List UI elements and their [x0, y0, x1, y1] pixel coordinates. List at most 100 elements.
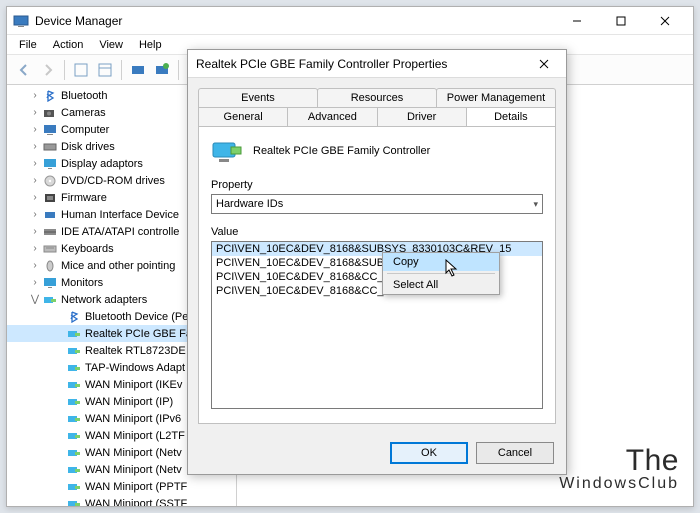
- device-icon: [66, 412, 82, 426]
- device-icon: [66, 310, 82, 324]
- tree-item-label: Realtek RTL8723DE 8: [85, 345, 195, 357]
- tree-item-label: IDE ATA/ATAPI controlle: [61, 226, 179, 238]
- property-value: Hardware IDs: [216, 198, 283, 210]
- ok-button[interactable]: OK: [390, 442, 468, 464]
- context-select-all[interactable]: Select All: [383, 276, 499, 294]
- device-icon: [66, 497, 82, 507]
- value-listbox[interactable]: PCI\VEN_10EC&DEV_8168&SUBSYS_8330103C&RE…: [211, 241, 543, 409]
- expander-icon[interactable]: ›: [29, 192, 41, 203]
- tree-item-label: Cameras: [61, 107, 106, 119]
- context-copy[interactable]: Copy: [383, 253, 499, 271]
- tree-item-label: TAP-Windows Adapt: [85, 362, 185, 374]
- device-icon: [66, 429, 82, 443]
- tab-power-management[interactable]: Power Management: [436, 88, 556, 107]
- property-label: Property: [211, 179, 543, 191]
- tab-events[interactable]: Events: [198, 88, 318, 107]
- expander-icon[interactable]: ›: [29, 243, 41, 254]
- device-icon: [66, 344, 82, 358]
- menu-file[interactable]: File: [11, 37, 45, 53]
- expander-icon[interactable]: ›: [29, 226, 41, 237]
- expander-icon[interactable]: ›: [29, 277, 41, 288]
- device-icon: [66, 361, 82, 375]
- device-icon: [42, 157, 58, 171]
- device-icon: [42, 106, 58, 120]
- tree-item-label: WAN Miniport (PPTF: [85, 481, 187, 493]
- tree-item-label: Bluetooth: [61, 90, 107, 102]
- device-icon: [42, 174, 58, 188]
- watermark: The WindowsClub: [559, 446, 679, 492]
- maximize-button[interactable]: [599, 7, 643, 35]
- forward-button[interactable]: [37, 59, 59, 81]
- cancel-button[interactable]: Cancel: [476, 442, 554, 464]
- tree-item-label: WAN Miniport (IPv6: [85, 413, 181, 425]
- expander-icon[interactable]: ›: [29, 90, 41, 101]
- menu-action[interactable]: Action: [45, 37, 92, 53]
- tool-icon[interactable]: [70, 59, 92, 81]
- tree-item-label: Firmware: [61, 192, 107, 204]
- tree-item-label: Disk drives: [61, 141, 115, 153]
- device-icon: [42, 276, 58, 290]
- device-icon: [42, 259, 58, 273]
- properties-dialog: Realtek PCIe GBE Family Controller Prope…: [187, 49, 567, 475]
- device-icon: [66, 327, 82, 341]
- tab-advanced[interactable]: Advanced: [287, 107, 377, 126]
- network-adapter-icon: [211, 137, 243, 165]
- expander-icon[interactable]: ›: [29, 124, 41, 135]
- tree-item-label: Network adapters: [61, 294, 147, 306]
- tool-icon[interactable]: [151, 59, 173, 81]
- details-panel: Realtek PCIe GBE Family Controller Prope…: [198, 126, 556, 424]
- titlebar: Device Manager: [7, 7, 693, 35]
- tool-icon[interactable]: [127, 59, 149, 81]
- expander-icon[interactable]: ›: [29, 175, 41, 186]
- expander-icon[interactable]: ›: [29, 260, 41, 271]
- tab-driver[interactable]: Driver: [377, 107, 467, 126]
- device-icon: [66, 395, 82, 409]
- device-icon: [42, 191, 58, 205]
- property-combo[interactable]: Hardware IDs ▾: [211, 194, 543, 214]
- tree-item-label: WAN Miniport (Netv: [85, 464, 182, 476]
- menu-help[interactable]: Help: [131, 37, 170, 53]
- minimize-button[interactable]: [555, 7, 599, 35]
- device-icon: [42, 242, 58, 256]
- tool-icon[interactable]: [94, 59, 116, 81]
- tree-item-label: WAN Miniport (SSTF: [85, 498, 187, 507]
- device-icon: [66, 378, 82, 392]
- tab-general[interactable]: General: [198, 107, 288, 126]
- device-icon: [42, 140, 58, 154]
- tree-item-label: Computer: [61, 124, 109, 136]
- device-icon: [42, 293, 58, 307]
- expander-icon[interactable]: ›: [29, 209, 41, 220]
- tree-item-label: Monitors: [61, 277, 103, 289]
- tree-item-label: WAN Miniport (L2TF: [85, 430, 185, 442]
- close-button[interactable]: [643, 7, 687, 35]
- value-label: Value: [211, 226, 543, 238]
- app-icon: [13, 13, 29, 29]
- tree-item-label: Realtek PCIe GBE Far: [85, 328, 196, 340]
- tab-details[interactable]: Details: [466, 107, 556, 126]
- expander-icon[interactable]: ⋁: [29, 294, 41, 305]
- tree-item-label: Display adaptors: [61, 158, 143, 170]
- dialog-close-button[interactable]: [530, 50, 558, 78]
- device-icon: [42, 89, 58, 103]
- expander-icon[interactable]: ›: [29, 158, 41, 169]
- menu-view[interactable]: View: [91, 37, 131, 53]
- device-icon: [66, 446, 82, 460]
- tree-item-label: Human Interface Device: [61, 209, 179, 221]
- tree-item-label: DVD/CD-ROM drives: [61, 175, 165, 187]
- tree-item[interactable]: WAN Miniport (PPTF: [7, 478, 236, 495]
- tree-item-label: WAN Miniport (IP): [85, 396, 173, 408]
- device-icon: [66, 480, 82, 494]
- chevron-down-icon: ▾: [533, 199, 538, 210]
- expander-icon[interactable]: ›: [29, 141, 41, 152]
- dialog-title: Realtek PCIe GBE Family Controller Prope…: [196, 57, 530, 71]
- back-button[interactable]: [13, 59, 35, 81]
- tree-item-label: Mice and other pointing: [61, 260, 175, 272]
- expander-icon[interactable]: ›: [29, 107, 41, 118]
- tab-resources[interactable]: Resources: [317, 88, 437, 107]
- tree-item-label: Bluetooth Device (Pe: [85, 311, 188, 323]
- device-icon: [42, 225, 58, 239]
- device-name: Realtek PCIe GBE Family Controller: [253, 145, 430, 157]
- tree-item[interactable]: WAN Miniport (SSTF: [7, 495, 236, 506]
- tree-item-label: WAN Miniport (Netv: [85, 447, 182, 459]
- window-title: Device Manager: [35, 14, 555, 28]
